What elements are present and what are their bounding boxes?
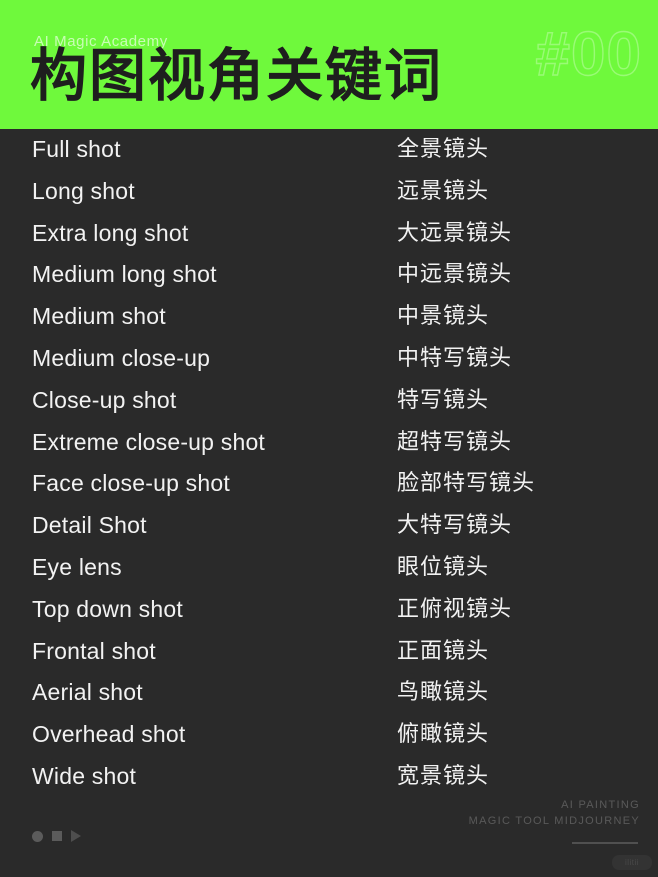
keyword-zh: 超特写镜头	[397, 429, 513, 455]
table-row: Wide shot 宽景镜头	[0, 756, 658, 798]
keyword-zh: 眼位镜头	[397, 554, 490, 580]
keyword-en: Eye lens	[32, 553, 122, 580]
keyword-en: Face close-up shot	[32, 470, 230, 497]
keyword-en: Frontal shot	[32, 637, 156, 664]
table-row: Overhead shot 俯瞰镜头	[0, 714, 658, 756]
keyword-en: Extra long shot	[32, 219, 189, 246]
footer-brand-line2: MAGIC TOOL MIDJOURNEY	[468, 815, 640, 827]
keyword-en: Full shot	[32, 136, 121, 162]
table-row: Medium long shot 中远景镜头	[0, 254, 658, 296]
table-row: Full shot 全景镜头	[0, 129, 658, 171]
keyword-zh: 宽景镜头	[397, 763, 490, 789]
table-row: Eye lens 眼位镜头	[0, 547, 658, 589]
header-banner: AI Magic Academy 构图视角关键词 #00	[0, 0, 658, 129]
player-controls[interactable]	[32, 830, 81, 842]
stop-square-icon[interactable]	[52, 831, 62, 841]
table-row: Extreme close-up shot 超特写镜头	[0, 422, 658, 464]
keyword-zh: 中特写镜头	[397, 345, 513, 371]
record-dot-icon[interactable]	[32, 830, 43, 842]
table-row: Close-up shot 特写镜头	[0, 380, 658, 422]
keyword-en: Medium long shot	[32, 261, 217, 288]
table-row: Top down shot 正俯视镜头	[0, 589, 658, 631]
keyword-en: Long shot	[32, 177, 135, 204]
table-row: Frontal shot 正面镜头	[0, 631, 658, 673]
table-row: Medium close-up 中特写镜头	[0, 338, 658, 380]
table-row: Extra long shot 大远景镜头	[0, 213, 658, 255]
keyword-zh: 正面镜头	[397, 638, 490, 664]
footer-brand: AI PAINTING MAGIC TOOL MIDJOURNEY	[469, 797, 640, 829]
play-triangle-icon[interactable]	[71, 830, 81, 842]
table-row: Face close-up shot 脸部特写镜头	[0, 463, 658, 505]
keyword-zh: 俯瞰镜头	[397, 722, 490, 748]
keyword-zh: 鸟瞰镜头	[397, 680, 490, 706]
corner-watermark-badge: ilitii	[612, 855, 652, 870]
keyword-en: Medium shot	[32, 303, 166, 330]
keyword-en: Extreme close-up shot	[32, 428, 266, 455]
table-row: Detail Shot 大特写镜头	[0, 505, 658, 547]
keyword-zh: 全景镜头	[397, 137, 490, 162]
table-row: Medium shot 中景镜头	[0, 296, 658, 338]
keyword-en: Close-up shot	[32, 386, 177, 413]
keyword-zh: 大特写镜头	[397, 513, 513, 539]
table-row: Long shot 远景镜头	[0, 171, 658, 213]
header-issue-number: #00	[535, 20, 642, 89]
keyword-en: Medium close-up	[32, 344, 211, 371]
footer-divider	[572, 842, 638, 844]
keyword-en: Detail Shot	[32, 512, 147, 539]
keyword-zh: 中景镜头	[397, 304, 490, 330]
keyword-en: Aerial shot	[32, 679, 143, 706]
keyword-zh: 大远景镜头	[397, 220, 513, 246]
keyword-zh: 中远景镜头	[397, 262, 513, 288]
keyword-zh: 特写镜头	[397, 387, 490, 413]
keyword-zh: 远景镜头	[397, 178, 490, 204]
keyword-zh: 正俯视镜头	[397, 596, 513, 622]
page-title: 构图视角关键词	[30, 43, 443, 109]
keyword-zh: 脸部特写镜头	[397, 471, 536, 497]
footer-brand-line1: AI PAINTING	[561, 799, 640, 811]
keyword-en: Overhead shot	[32, 721, 186, 748]
table-row: Aerial shot 鸟瞰镜头	[0, 672, 658, 714]
keyword-en: Top down shot	[32, 595, 183, 622]
keyword-en: Wide shot	[32, 762, 137, 789]
keyword-list: Full shot 全景镜头 Long shot 远景镜头 Extra long sho…	[0, 129, 658, 819]
poster-page: AI Magic Academy 构图视角关键词 #00 Full shot 全景…	[0, 0, 658, 877]
